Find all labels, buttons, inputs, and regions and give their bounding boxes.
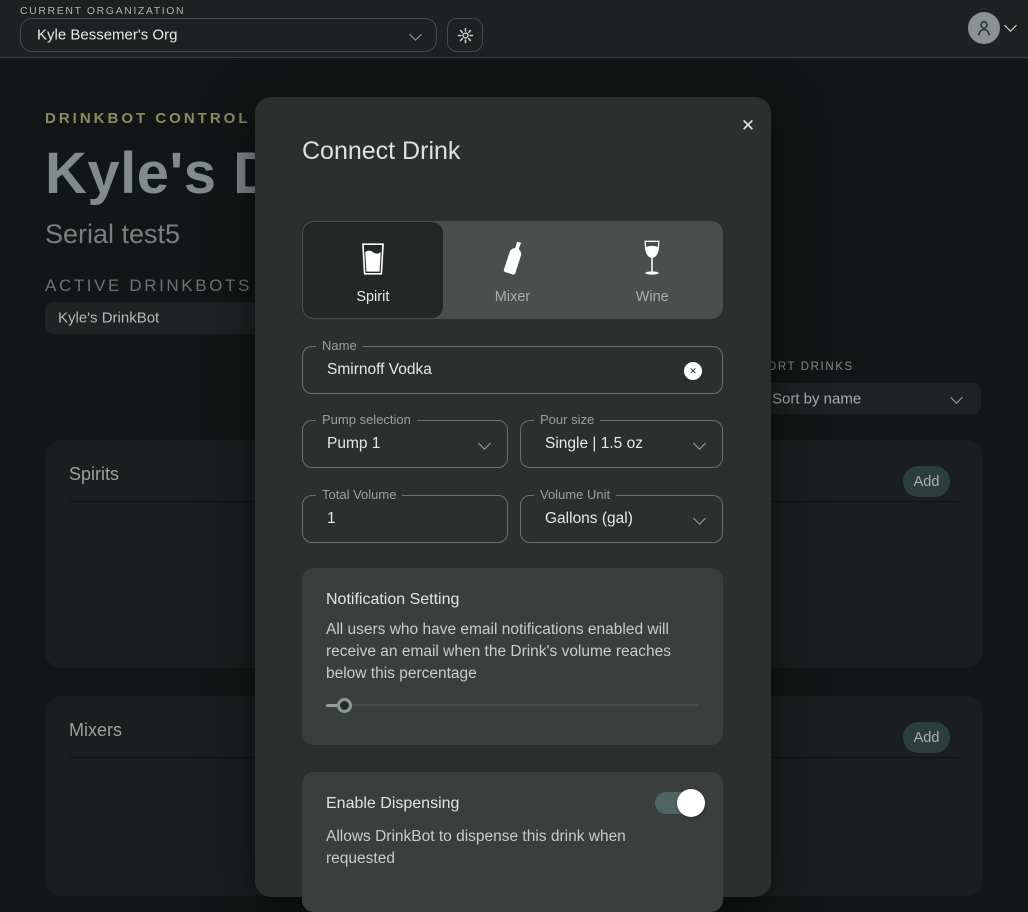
gear-icon bbox=[456, 26, 475, 45]
connect-drink-modal: ✕ Connect Drink Spirit Mixer bbox=[255, 97, 771, 897]
notification-threshold-slider[interactable] bbox=[326, 697, 699, 713]
top-bar: CURRENT ORGANIZATION Kyle Bessemer's Org bbox=[0, 0, 1028, 58]
sort-drinks-select[interactable]: Sort by name bbox=[746, 383, 981, 414]
pump-selection-select[interactable]: Pump selection Pump 1 bbox=[302, 420, 508, 468]
sort-drinks-label: SORT DRINKS bbox=[758, 361, 854, 373]
chevron-down-icon bbox=[409, 28, 422, 41]
serial-text: Serial test5 bbox=[45, 219, 180, 250]
name-field[interactable]: Name Smirnoff Vodka ✕ bbox=[302, 346, 723, 394]
tab-spirit-label: Spirit bbox=[356, 289, 389, 305]
current-organization-label: CURRENT ORGANIZATION bbox=[20, 5, 185, 17]
user-avatar[interactable] bbox=[968, 12, 1000, 44]
slider-thumb[interactable] bbox=[337, 698, 352, 713]
enable-dispensing-description: Allows DrinkBot to dispense this drink w… bbox=[326, 826, 682, 870]
notification-setting-panel: Notification Setting All users who have … bbox=[302, 568, 723, 745]
toggle-knob bbox=[677, 789, 705, 817]
total-volume-value: 1 bbox=[327, 510, 336, 528]
chevron-down-icon bbox=[950, 391, 963, 404]
volume-unit-select[interactable]: Volume Unit Gallons (gal) bbox=[520, 495, 723, 543]
tab-wine-label: Wine bbox=[636, 289, 669, 305]
notification-setting-description: All users who have email notifications e… bbox=[326, 619, 682, 685]
organization-select[interactable]: Kyle Bessemer's Org bbox=[20, 18, 437, 52]
org-settings-button[interactable] bbox=[447, 18, 483, 52]
name-field-value: Smirnoff Vodka bbox=[327, 361, 432, 379]
close-icon[interactable]: ✕ bbox=[735, 113, 761, 139]
chevron-down-icon bbox=[693, 512, 706, 525]
slider-track bbox=[326, 704, 699, 706]
user-menu-chevron-icon[interactable] bbox=[1004, 19, 1017, 32]
volume-unit-value: Gallons (gal) bbox=[545, 510, 633, 528]
chevron-down-icon bbox=[478, 437, 491, 450]
chevron-down-icon bbox=[693, 437, 706, 450]
mixer-bottle-icon bbox=[490, 236, 536, 282]
pour-size-label: Pour size bbox=[534, 412, 600, 427]
add-mixer-button[interactable]: Add bbox=[903, 722, 950, 753]
pump-selection-label: Pump selection bbox=[316, 412, 417, 427]
enable-dispensing-toggle[interactable] bbox=[655, 792, 699, 814]
total-volume-input[interactable]: Total Volume 1 bbox=[302, 495, 508, 543]
tab-mixer-label: Mixer bbox=[495, 289, 530, 305]
page-eyebrow: DRINKBOT CONTROL bbox=[45, 110, 251, 127]
add-spirit-button[interactable]: Add bbox=[903, 466, 950, 497]
organization-select-value: Kyle Bessemer's Org bbox=[37, 27, 177, 44]
tab-mixer[interactable]: Mixer bbox=[443, 222, 583, 318]
tab-spirit[interactable]: Spirit bbox=[303, 222, 443, 318]
active-drinkbot-name: Kyle's DrinkBot bbox=[58, 310, 159, 327]
drink-type-tabs: Spirit Mixer Wine bbox=[302, 221, 723, 319]
pump-selection-value: Pump 1 bbox=[327, 435, 380, 453]
total-volume-label: Total Volume bbox=[316, 487, 402, 502]
sort-drinks-value: Sort by name bbox=[772, 390, 861, 407]
tab-wine[interactable]: Wine bbox=[582, 222, 722, 318]
spirit-glass-icon bbox=[350, 236, 396, 282]
person-icon bbox=[973, 17, 995, 39]
notification-setting-title: Notification Setting bbox=[326, 591, 459, 609]
active-drinkbots-label: ACTIVE DRINKBOTS bbox=[45, 276, 252, 296]
pour-size-select[interactable]: Pour size Single | 1.5 oz bbox=[520, 420, 723, 468]
pour-size-value: Single | 1.5 oz bbox=[545, 435, 643, 453]
volume-unit-label: Volume Unit bbox=[534, 487, 616, 502]
name-field-label: Name bbox=[316, 338, 363, 353]
spirits-section-title: Spirits bbox=[69, 464, 119, 485]
modal-title: Connect Drink bbox=[302, 137, 460, 166]
clear-name-icon[interactable]: ✕ bbox=[684, 362, 702, 380]
wine-glass-icon bbox=[629, 236, 675, 282]
enable-dispensing-title: Enable Dispensing bbox=[326, 795, 459, 813]
enable-dispensing-panel: Enable Dispensing Allows DrinkBot to dis… bbox=[302, 772, 723, 912]
mixers-section-title: Mixers bbox=[69, 720, 122, 741]
